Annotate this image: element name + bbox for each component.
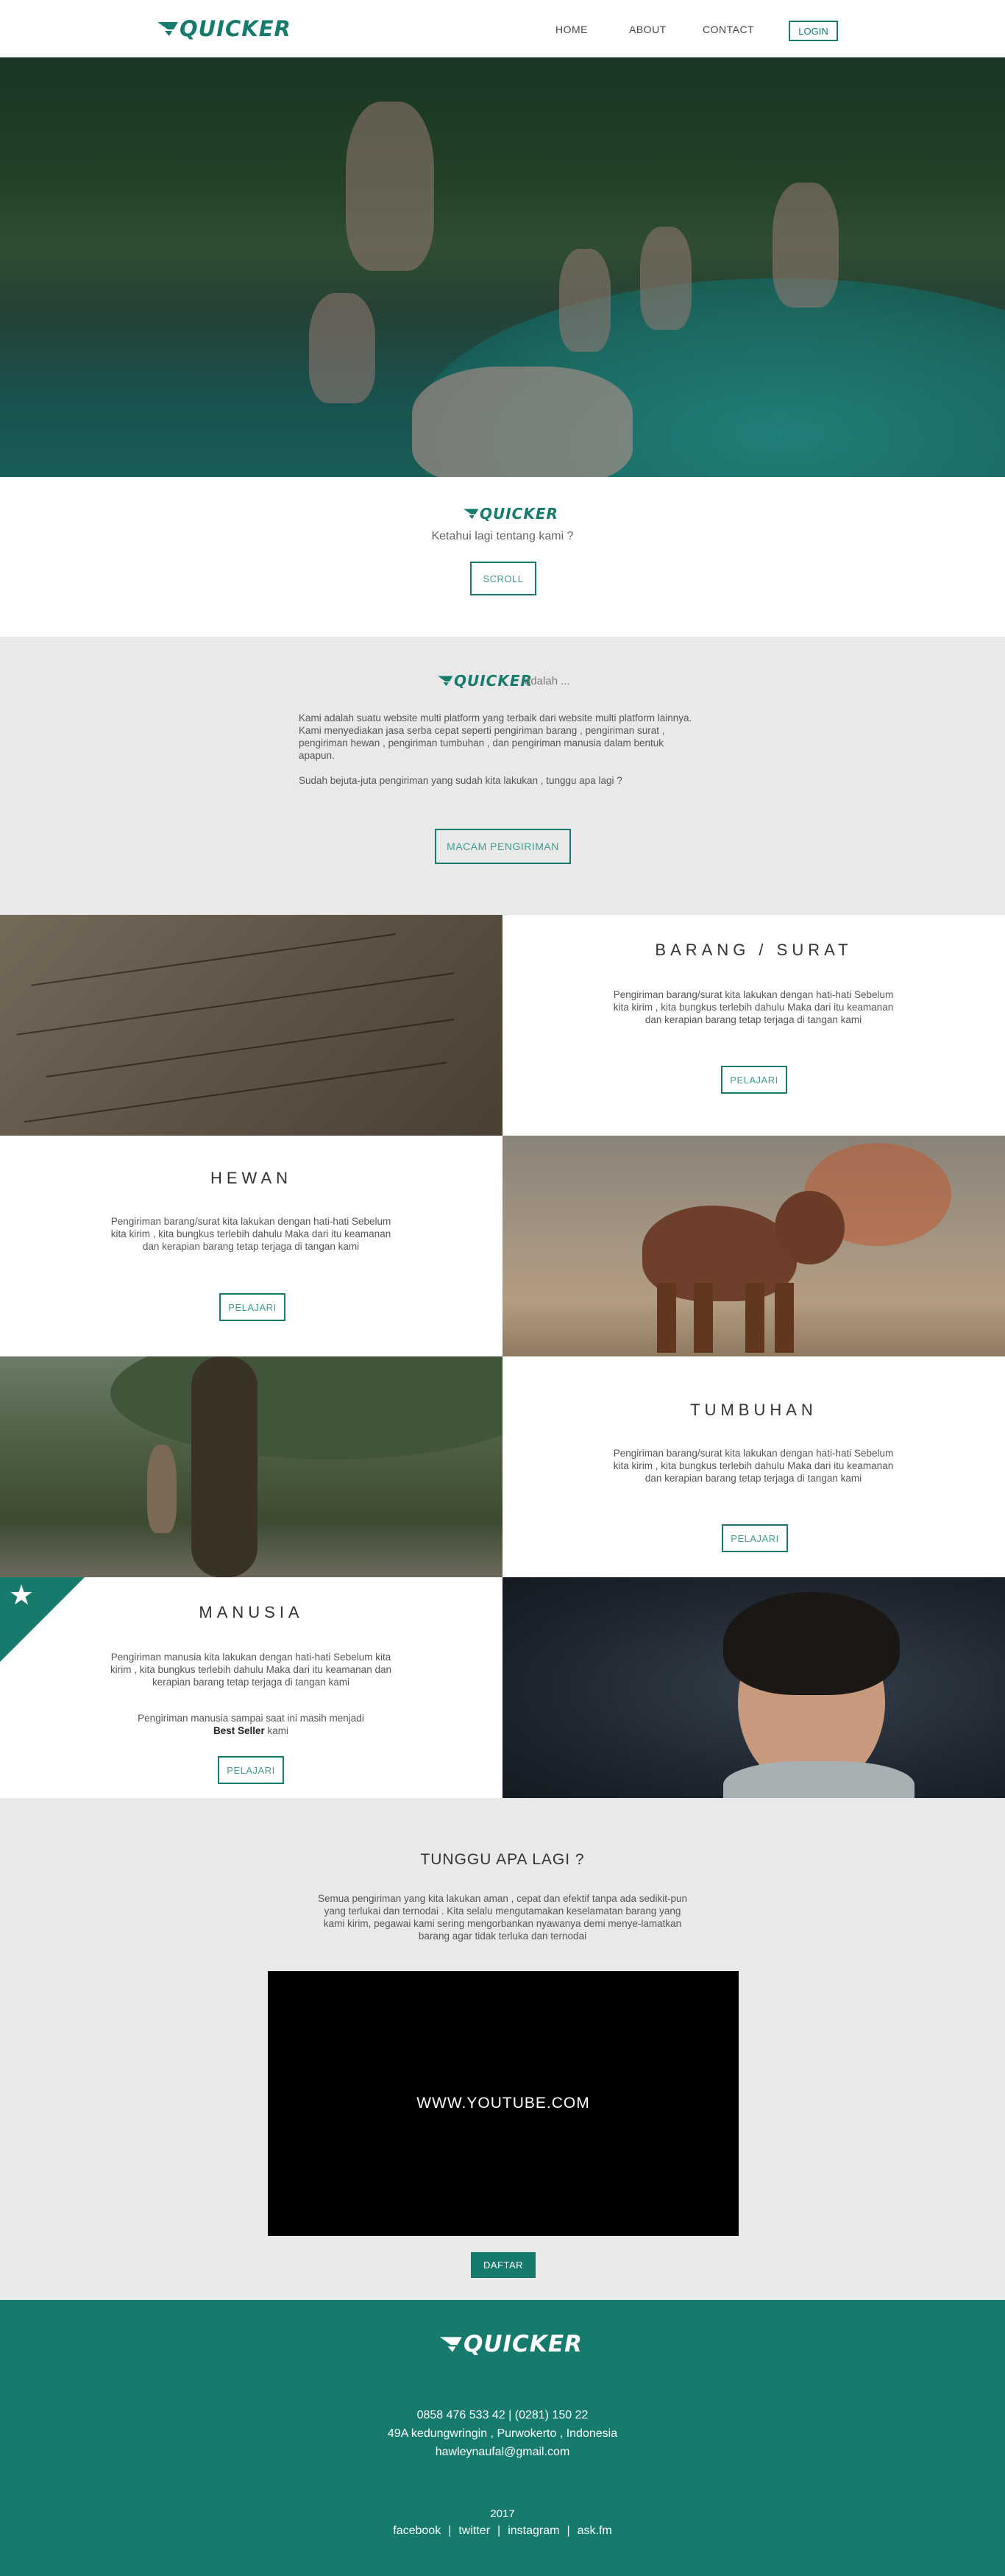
footer: QUICKER 0858 476 533 42 | (0281) 150 22 … (0, 2300, 1005, 2576)
best-seller-label: Best Seller (213, 1725, 265, 1736)
wing-logo-icon (464, 509, 479, 520)
best-seller-text: Pengiriman manusia sampai saat ini masih… (104, 1712, 398, 1737)
daftar-button[interactable]: DAFTAR (471, 2252, 536, 2278)
login-button[interactable]: LOGIN (789, 21, 838, 41)
scroll-button[interactable]: SCROLL (470, 562, 536, 595)
top-navbar: QUICKER HOME ABOUT CONTACT LOGIN (0, 0, 1005, 57)
intro-brand-name: QUICKER (480, 505, 558, 523)
elephant-image (502, 1136, 1005, 1356)
wing-logo-icon (438, 676, 453, 687)
letters-image (0, 915, 502, 1136)
service-text: Pengiriman manusia kita lakukan dengan h… (110, 1652, 391, 1688)
social-askfm[interactable]: ask.fm (578, 2524, 612, 2538)
pelajari-button[interactable]: PELAJARI (218, 1756, 284, 1784)
footer-separator: | (448, 2524, 452, 2537)
service-barang: BARANG / SURAT Pengiriman barang/surat k… (502, 915, 1005, 1136)
about-tagline: Sudah bejuta-juta pengiriman yang sudah … (299, 775, 622, 786)
service-title: BARANG / SURAT (655, 941, 853, 959)
wing-logo-icon (157, 22, 178, 36)
best-seller-kami: kami (267, 1725, 289, 1736)
about-suffix: adalah ... (525, 675, 570, 687)
footer-phone: 0858 476 533 42 | (0281) 150 22 (416, 2409, 589, 2421)
nav-contact[interactable]: CONTACT (703, 24, 754, 35)
hero-overlay (0, 57, 1005, 477)
about-paragraph: Kami adalah suatu website multi platform… (299, 712, 692, 761)
about-logo: QUICKER (438, 672, 533, 690)
footer-separator: | (567, 2524, 570, 2537)
nav-home[interactable]: HOME (555, 24, 588, 35)
service-title: HEWAN (210, 1169, 293, 1187)
brand-name: QUICKER (180, 16, 291, 41)
hero-image (0, 57, 1005, 477)
nav-about[interactable]: ABOUT (629, 24, 667, 35)
service-tumbuhan: TUMBUHAN Pengiriman barang/surat kita la… (502, 1356, 1005, 1577)
social-twitter[interactable]: twitter (458, 2524, 490, 2538)
cta-section: TUNGGU APA LAGI ? Semua pengiriman yang … (0, 1798, 1005, 2300)
service-title: TUMBUHAN (690, 1401, 817, 1419)
wing-logo-icon (440, 2337, 462, 2352)
video-url: WWW.YOUTUBE.COM (416, 2095, 590, 2112)
service-manusia: ★ MANUSIA Pengiriman manusia kita lakuka… (0, 1577, 502, 1798)
social-facebook[interactable]: facebook (393, 2524, 441, 2538)
service-text: Pengiriman barang/surat kita lakukan den… (613, 1448, 894, 1484)
pelajari-button[interactable]: PELAJARI (219, 1293, 285, 1321)
footer-separator: | (497, 2524, 501, 2537)
tree-image (0, 1356, 502, 1577)
service-text: Pengiriman barang/surat kita lakukan den… (110, 1216, 391, 1252)
social-instagram[interactable]: instagram (508, 2524, 559, 2538)
best-seller-line: Pengiriman manusia sampai saat ini masih… (138, 1713, 364, 1724)
intro-subtitle: Ketahui lagi tentang kami ? (431, 530, 574, 542)
cta-text: Semua pengiriman yang kita lakukan aman … (317, 1893, 688, 1942)
pelajari-button[interactable]: PELAJARI (721, 1066, 787, 1094)
intro-section: QUICKER Ketahui lagi tentang kami ? SCRO… (0, 477, 1005, 637)
footer-brand-name: QUICKER (464, 2331, 583, 2357)
video-embed[interactable]: WWW.YOUTUBE.COM (268, 1971, 739, 2236)
footer-logo: QUICKER (440, 2331, 583, 2357)
footer-year: 2017 (490, 2508, 515, 2520)
service-hewan: HEWAN Pengiriman barang/surat kita lakuk… (0, 1136, 502, 1356)
brand-logo[interactable]: QUICKER (157, 16, 291, 41)
about-section: QUICKER adalah ... Kami adalah suatu web… (0, 637, 1005, 915)
footer-social-links: facebook | twitter | instagram | ask.fm (0, 2524, 1005, 2538)
child-image (502, 1577, 1005, 1798)
service-title: MANUSIA (199, 1603, 304, 1621)
about-brand-name: QUICKER (454, 672, 533, 690)
cta-title: TUNGGU APA LAGI ? (420, 1851, 585, 1868)
service-text: Pengiriman barang/surat kita lakukan den… (613, 989, 894, 1025)
intro-logo: QUICKER (464, 505, 558, 523)
footer-address: 49A kedungwringin , Purwokerto , Indones… (387, 2427, 618, 2440)
pelajari-button[interactable]: PELAJARI (722, 1524, 788, 1552)
macam-pengiriman-button[interactable]: MACAM PENGIRIMAN (435, 829, 571, 864)
footer-email[interactable]: hawleynaufal@gmail.com (0, 2446, 1005, 2459)
